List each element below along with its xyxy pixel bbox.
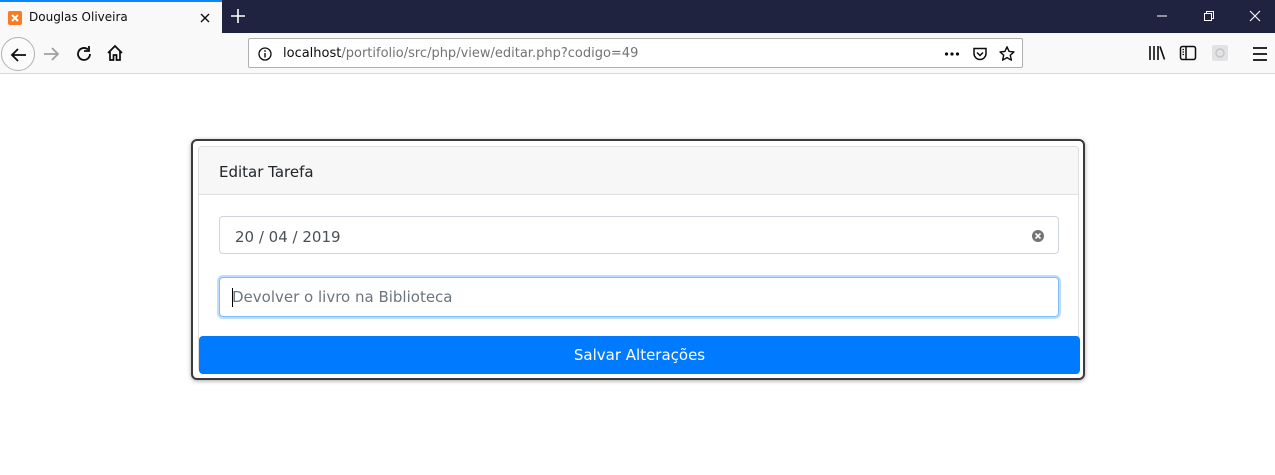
task-description-field[interactable] <box>219 277 1059 317</box>
date-input[interactable]: 20 / 04 / 2019 <box>219 216 1059 254</box>
navigation-toolbar: localhost/portifolio/src/php/view/editar… <box>0 33 1275 74</box>
page-actions-icon[interactable] <box>943 45 961 63</box>
edit-task-card: Editar Tarefa 20 / 04 / 2019 Salvar Alte… <box>198 146 1080 374</box>
menu-icon[interactable] <box>1250 44 1270 64</box>
extension-icon[interactable] <box>1210 43 1230 63</box>
tab-strip: Douglas Oliveira <box>0 0 1275 33</box>
url-text[interactable]: localhost/portifolio/src/php/view/editar… <box>283 46 638 61</box>
xampp-icon <box>8 11 22 25</box>
new-tab-icon[interactable] <box>229 7 247 25</box>
home-icon[interactable] <box>105 43 125 63</box>
library-icon[interactable] <box>1147 43 1167 63</box>
site-info-icon[interactable] <box>258 46 272 61</box>
back-arrow-icon <box>10 48 26 62</box>
tab-title: Douglas Oliveira <box>29 10 128 24</box>
date-value[interactable]: 20 / 04 / 2019 <box>235 228 341 246</box>
edit-task-dialog: Editar Tarefa 20 / 04 / 2019 Salvar Alte… <box>191 139 1085 380</box>
card-header: Editar Tarefa <box>199 147 1078 195</box>
address-bar[interactable]: localhost/portifolio/src/php/view/editar… <box>248 38 1023 68</box>
sidebar-icon[interactable] <box>1178 43 1198 63</box>
text-caret <box>232 288 233 307</box>
url-host: localhost <box>283 46 342 61</box>
reload-icon[interactable] <box>74 44 94 64</box>
bookmark-star-icon[interactable] <box>998 45 1016 63</box>
clear-date-icon[interactable] <box>1031 228 1045 242</box>
restore-icon[interactable] <box>1201 8 1217 24</box>
close-window-icon[interactable] <box>1247 8 1263 24</box>
save-changes-button[interactable]: Salvar Alterações <box>199 336 1080 374</box>
card-title: Editar Tarefa <box>219 163 314 181</box>
task-description-input[interactable] <box>220 278 1058 316</box>
forward-arrow-icon[interactable] <box>41 44 61 64</box>
back-button[interactable] <box>1 37 35 71</box>
minimize-icon[interactable] <box>1154 8 1170 24</box>
active-tab[interactable]: Douglas Oliveira <box>0 0 222 33</box>
pocket-icon[interactable] <box>971 45 989 63</box>
close-tab-icon[interactable] <box>197 10 213 26</box>
url-path: /portifolio/src/php/view/editar.php?codi… <box>341 46 639 61</box>
